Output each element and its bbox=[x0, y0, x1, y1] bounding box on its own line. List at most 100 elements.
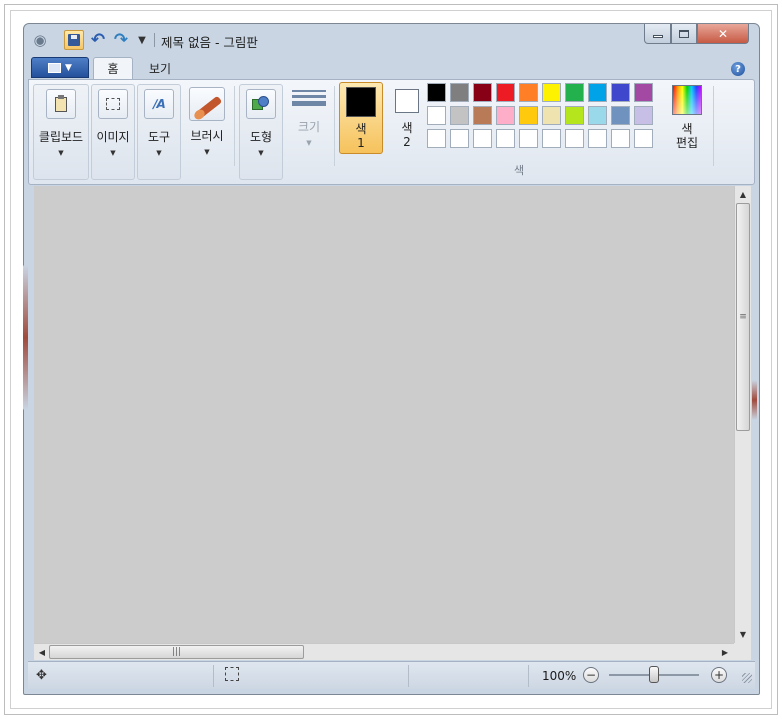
ribbon: 클립보드 ▼ 이미지 ▼ ∕A 도구 ▼ 브러시 ▼ 도형 ▼ 크기 ▼ 색 1… bbox=[28, 79, 755, 185]
paint-app-icon[interactable]: ◉ bbox=[30, 30, 50, 50]
chevron-down-icon: ▼ bbox=[204, 148, 210, 156]
edit-colors-label-line2: 편집 bbox=[675, 136, 699, 150]
palette-swatch[interactable] bbox=[450, 106, 469, 125]
maximize-button[interactable] bbox=[671, 24, 697, 44]
palette-swatch[interactable] bbox=[473, 83, 492, 102]
pencil-icon: ∕A bbox=[153, 97, 166, 111]
chevron-down-icon: ▼ bbox=[65, 62, 72, 73]
resize-grip[interactable] bbox=[742, 673, 752, 683]
palette-swatch[interactable] bbox=[519, 106, 538, 125]
edit-colors-button[interactable]: 색 편집 bbox=[666, 82, 708, 162]
shapes-group: 도형 ▼ bbox=[239, 84, 283, 180]
brushes-button[interactable]: 브러시 ▼ bbox=[183, 86, 231, 156]
palette-swatch[interactable] bbox=[611, 83, 630, 102]
palette-swatch[interactable] bbox=[496, 129, 515, 148]
image-group: 이미지 ▼ bbox=[91, 84, 135, 180]
size-label: 크기 bbox=[297, 120, 321, 134]
scrollbar-corner bbox=[734, 643, 751, 660]
brush-icon bbox=[189, 87, 225, 121]
palette-swatch[interactable] bbox=[611, 129, 630, 148]
cursor-position-icon: ✥ bbox=[36, 668, 47, 683]
document-icon bbox=[48, 62, 62, 73]
horizontal-scroll-thumb[interactable]: ||| bbox=[49, 645, 304, 659]
zoom-out-button[interactable]: − bbox=[583, 667, 599, 683]
palette-swatch[interactable] bbox=[634, 106, 653, 125]
tab-view[interactable]: 보기 bbox=[136, 57, 184, 79]
palette-swatch[interactable] bbox=[588, 129, 607, 148]
color1-number: 1 bbox=[357, 136, 365, 150]
line-size-icon bbox=[292, 90, 326, 106]
minimize-button[interactable] bbox=[644, 24, 671, 44]
palette-swatch[interactable] bbox=[427, 83, 446, 102]
undo-button[interactable]: ↶ bbox=[88, 30, 108, 50]
colors-group-label: 색 bbox=[513, 164, 525, 177]
paint-window: ◉ ↶ ↷ ▼ 제목 없음 - 그림판 ✕ ▼ 홈 보기 ? 클립보드 ▼ 이미… bbox=[23, 23, 760, 695]
palette-swatch[interactable] bbox=[450, 129, 469, 148]
image-button[interactable]: 이미지 ▼ bbox=[92, 87, 134, 157]
color2-button[interactable]: 색 2 bbox=[386, 82, 428, 154]
scroll-up-icon[interactable]: ▲ bbox=[735, 186, 751, 202]
palette-swatch[interactable] bbox=[634, 83, 653, 102]
palette-swatch[interactable] bbox=[473, 106, 492, 125]
palette-swatch[interactable] bbox=[519, 83, 538, 102]
palette-swatch[interactable] bbox=[565, 106, 584, 125]
zoom-in-button[interactable]: + bbox=[711, 667, 727, 683]
tools-group: ∕A 도구 ▼ bbox=[137, 84, 181, 180]
quick-access-dropdown[interactable]: ▼ bbox=[132, 30, 152, 50]
palette-swatch[interactable] bbox=[588, 106, 607, 125]
ribbon-tab-row: ▼ 홈 보기 ? bbox=[24, 55, 759, 79]
palette-swatch[interactable] bbox=[427, 129, 446, 148]
size-button[interactable]: 크기 ▼ bbox=[287, 86, 331, 147]
palette-swatch[interactable] bbox=[473, 129, 492, 148]
color-spectrum-icon bbox=[672, 85, 702, 115]
vertical-scroll-thumb[interactable]: ≡ bbox=[736, 203, 750, 431]
window-title: 제목 없음 - 그림판 bbox=[161, 35, 258, 50]
save-button[interactable] bbox=[64, 30, 84, 50]
palette-swatch[interactable] bbox=[588, 83, 607, 102]
title-separator bbox=[154, 33, 155, 47]
palette-swatch[interactable] bbox=[496, 83, 515, 102]
color2-swatch bbox=[395, 89, 419, 113]
floppy-icon bbox=[68, 34, 80, 46]
palette-swatch[interactable] bbox=[496, 106, 515, 125]
image-label: 이미지 bbox=[96, 130, 130, 144]
palette-swatch[interactable] bbox=[634, 129, 653, 148]
color2-label: 색 bbox=[401, 121, 413, 135]
drawing-canvas[interactable] bbox=[34, 186, 734, 643]
scroll-down-icon[interactable]: ▼ bbox=[735, 626, 751, 642]
color1-button[interactable]: 색 1 bbox=[339, 82, 383, 154]
tools-button[interactable]: ∕A 도구 ▼ bbox=[138, 87, 180, 157]
clipboard-button[interactable]: 클립보드 ▼ bbox=[34, 87, 88, 157]
scroll-right-icon[interactable]: ▶ bbox=[717, 644, 733, 660]
close-icon: ✕ bbox=[717, 26, 729, 41]
minimize-icon bbox=[652, 35, 663, 38]
vertical-scrollbar[interactable]: ▲ ≡ ▼ bbox=[734, 186, 751, 643]
close-button[interactable]: ✕ bbox=[697, 24, 749, 44]
palette-swatch[interactable] bbox=[565, 129, 584, 148]
palette-swatch[interactable] bbox=[565, 83, 584, 102]
chevron-down-icon: ▼ bbox=[58, 149, 64, 157]
horizontal-scrollbar[interactable]: ◀ ||| ▶ bbox=[34, 643, 734, 660]
palette-swatch[interactable] bbox=[519, 129, 538, 148]
scroll-left-icon[interactable]: ◀ bbox=[34, 644, 50, 660]
help-icon[interactable]: ? bbox=[731, 62, 745, 76]
paint-menu-button[interactable]: ▼ bbox=[31, 57, 89, 78]
palette-swatch[interactable] bbox=[542, 83, 561, 102]
chevron-down-icon: ▼ bbox=[258, 149, 264, 157]
clipboard-label: 클립보드 bbox=[38, 130, 84, 144]
color1-swatch bbox=[346, 87, 376, 117]
palette-swatch[interactable] bbox=[542, 129, 561, 148]
status-bar: ✥ 100% − + bbox=[28, 661, 755, 689]
edit-colors-label-line1: 색 bbox=[681, 122, 693, 136]
tab-home[interactable]: 홈 bbox=[93, 57, 133, 79]
palette-swatch[interactable] bbox=[611, 106, 630, 125]
zoom-slider-thumb[interactable] bbox=[649, 666, 659, 683]
redo-button[interactable]: ↷ bbox=[111, 30, 131, 50]
palette-swatch[interactable] bbox=[450, 83, 469, 102]
palette-swatch[interactable] bbox=[427, 106, 446, 125]
clipboard-group: 클립보드 ▼ bbox=[33, 84, 89, 180]
palette-swatch[interactable] bbox=[542, 106, 561, 125]
chevron-down-icon: ▼ bbox=[110, 149, 116, 157]
maximize-icon bbox=[679, 29, 689, 38]
shapes-button[interactable]: 도형 ▼ bbox=[240, 87, 282, 157]
